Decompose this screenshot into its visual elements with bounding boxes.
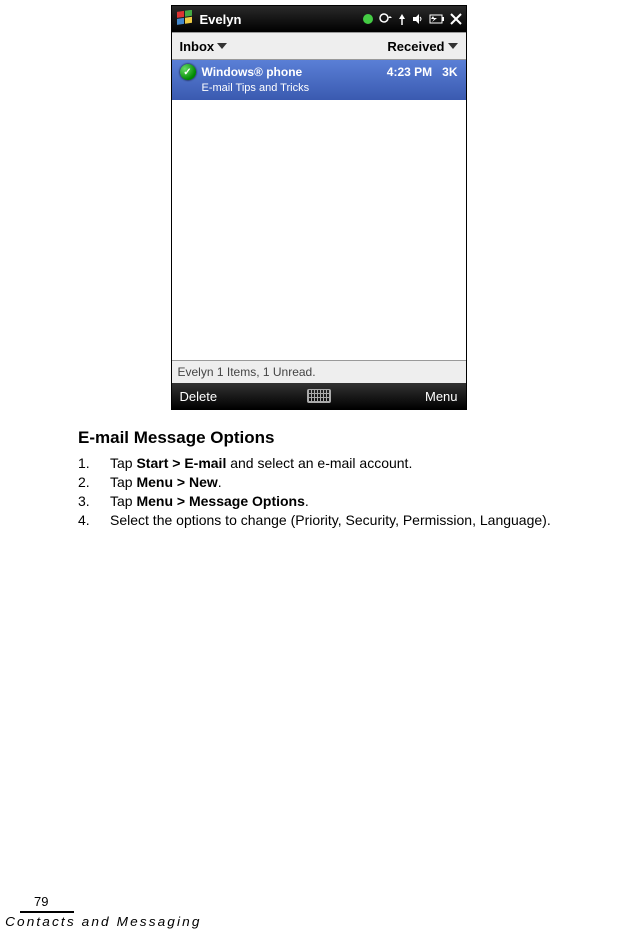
status-tray [363, 12, 462, 26]
step-number: 2. [78, 473, 110, 492]
step-number: 1. [78, 454, 110, 473]
keyboard-icon [307, 389, 331, 403]
page-footer: 79 Contacts and Messaging [0, 894, 637, 929]
sync-icon [378, 12, 392, 26]
message-time: 4:23 PM [387, 65, 432, 79]
list-item: 2. Tap Menu > New. [78, 473, 637, 492]
message-sender: Windows® phone [202, 65, 387, 79]
signal-icon [397, 13, 407, 25]
speaker-icon [412, 13, 424, 25]
document-body: E-mail Message Options 1. Tap Start > E-… [0, 410, 637, 530]
list-item: 3. Tap Menu > Message Options. [78, 492, 637, 511]
step-text: Tap Menu > Message Options. [110, 492, 309, 511]
softkey-delete[interactable]: Delete [180, 389, 273, 404]
step-list: 1. Tap Start > E-mail and select an e-ma… [78, 454, 637, 530]
phone-mockup: Evelyn Inbox Received ✓ Windows® phone 4… [171, 5, 467, 410]
section-heading: E-mail Message Options [78, 428, 637, 448]
folder-label: Inbox [180, 39, 215, 54]
list-item: 1. Tap Start > E-mail and select an e-ma… [78, 454, 637, 473]
windows-start-icon[interactable] [176, 10, 194, 28]
list-header: Inbox Received [172, 32, 466, 60]
softkey-menu[interactable]: Menu [365, 389, 458, 404]
chapter-title: Contacts and Messaging [0, 914, 637, 929]
sort-selector[interactable]: Received [387, 39, 457, 54]
step-number: 4. [78, 511, 110, 530]
page-number: 79 [0, 894, 637, 909]
unread-mail-icon: ✓ [180, 64, 196, 80]
message-list-item[interactable]: ✓ Windows® phone 4:23 PM 3K E-mail Tips … [172, 60, 466, 100]
sort-label: Received [387, 39, 444, 54]
message-list-empty-area [172, 100, 466, 360]
list-item: 4. Select the options to change (Priorit… [78, 511, 637, 530]
folder-selector[interactable]: Inbox [180, 39, 228, 54]
close-icon[interactable] [450, 13, 462, 25]
message-subject: E-mail Tips and Tricks [180, 80, 458, 94]
softkey-keyboard[interactable] [272, 389, 365, 403]
footer-status: Evelyn 1 Items, 1 Unread. [172, 360, 466, 383]
dropdown-icon [217, 43, 227, 49]
step-number: 3. [78, 492, 110, 511]
soft-key-bar: Delete Menu [172, 383, 466, 409]
presence-icon [363, 14, 373, 24]
step-text: Tap Start > E-mail and select an e-mail … [110, 454, 412, 473]
page-number-rule [20, 911, 74, 913]
dropdown-icon [448, 43, 458, 49]
battery-icon [429, 14, 445, 24]
step-text: Select the options to change (Priority, … [110, 511, 551, 530]
status-title: Evelyn [200, 12, 363, 27]
status-bar: Evelyn [172, 6, 466, 32]
step-text: Tap Menu > New. [110, 473, 222, 492]
message-size: 3K [442, 65, 457, 79]
